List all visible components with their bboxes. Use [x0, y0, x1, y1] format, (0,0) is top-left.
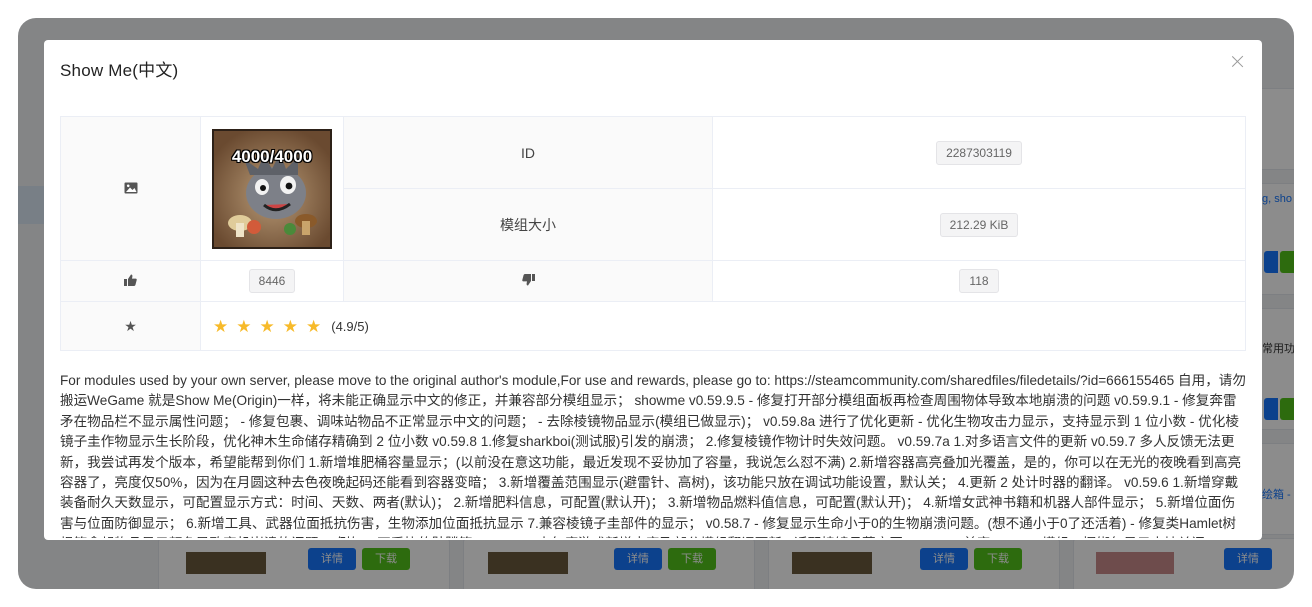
image-label-cell	[60, 116, 201, 261]
dislikes-tag: 118	[959, 269, 999, 293]
rating-label-cell: ★	[60, 301, 201, 351]
size-label: 模组大小	[343, 188, 713, 261]
mod-preview-cell: 4000/4000	[200, 116, 344, 261]
size-value-cell: 212.29 KiB	[712, 188, 1246, 261]
rating-score: (4.9/5)	[331, 318, 369, 334]
dislikes-label-cell	[343, 260, 713, 302]
image-icon	[124, 181, 138, 197]
mod-description: For modules used by your own server, ple…	[60, 373, 1246, 538]
size-tag: 212.29 KiB	[939, 212, 1019, 237]
id-tag: 2287303119	[936, 140, 1022, 165]
likes-label-cell	[60, 260, 201, 302]
mod-info-table: 4000/4000 ID 2287303119 模组大小 212.29 KiB	[60, 116, 1246, 351]
rating-star-icon: ★	[213, 316, 229, 336]
star-icon: ★	[124, 317, 137, 334]
dialog-title: Show Me(中文)	[60, 61, 179, 80]
rating-stars: ★ ★ ★ ★ ★ (4.9/5)	[201, 318, 1245, 335]
likes-value-cell: 8446	[200, 260, 344, 302]
close-icon[interactable]	[1228, 52, 1248, 72]
rating-star-icon: ★	[282, 316, 298, 336]
dislikes-value-cell: 118	[712, 260, 1246, 302]
rating-star-icon: ★	[259, 316, 275, 336]
id-label: ID	[343, 116, 713, 189]
thumbs-up-icon	[124, 273, 137, 289]
rating-cell: ★ ★ ★ ★ ★ (4.9/5)	[200, 301, 1246, 351]
mod-detail-dialog: Show Me(中文) 4000/4000 ID 2287303119 模组大小…	[44, 40, 1262, 540]
thumbs-down-icon	[521, 273, 535, 289]
rating-star-icon: ★	[236, 316, 252, 336]
likes-tag: 8446	[248, 269, 296, 293]
rating-star-icon: ★	[306, 316, 322, 336]
mod-preview-image: 4000/4000	[212, 128, 332, 249]
id-value-cell: 2287303119	[712, 116, 1246, 189]
preview-overlay-text: 4000/4000	[231, 146, 313, 166]
